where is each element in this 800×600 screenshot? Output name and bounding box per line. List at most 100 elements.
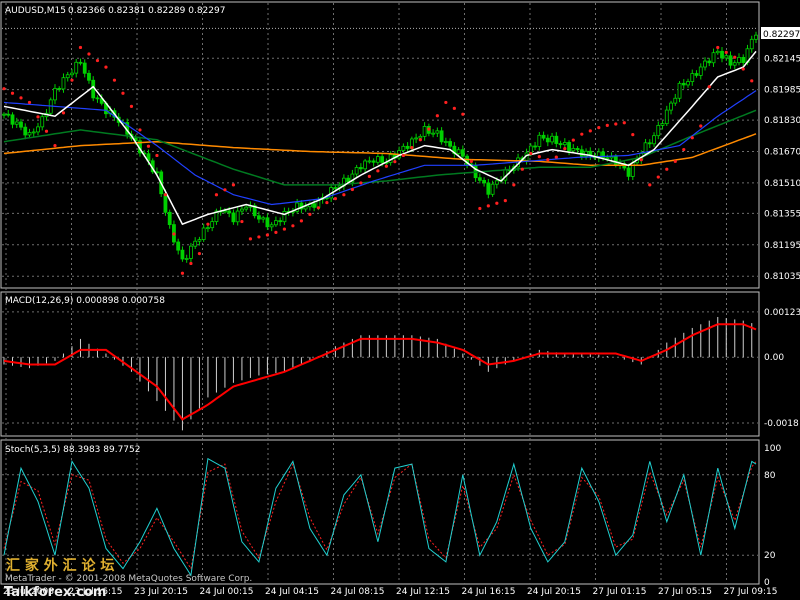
sar-dot bbox=[520, 167, 524, 171]
candle-body bbox=[371, 160, 376, 163]
sar-dot bbox=[741, 67, 745, 71]
copyright-watermark: MetaTrader - © 2001-2008 MetaQuotes Soft… bbox=[5, 574, 252, 584]
candle-body bbox=[690, 73, 695, 82]
candle-body bbox=[303, 206, 308, 210]
candle-body bbox=[554, 135, 559, 144]
candle-body bbox=[57, 88, 62, 90]
candle-body bbox=[65, 74, 70, 79]
macd-axis-tick: -0.0018 bbox=[764, 419, 799, 429]
sar-dot bbox=[36, 115, 40, 119]
candle-body bbox=[418, 135, 423, 139]
candle-body bbox=[541, 134, 546, 139]
candle-body bbox=[494, 180, 499, 185]
sar-dot bbox=[291, 224, 295, 228]
sar-dot bbox=[44, 129, 49, 133]
candle-body bbox=[19, 121, 23, 128]
sar-dot bbox=[180, 271, 185, 275]
sar-dot bbox=[308, 212, 312, 216]
candle-body bbox=[698, 66, 703, 76]
candle-body bbox=[265, 217, 270, 228]
candle-body bbox=[681, 82, 686, 86]
sar-dot bbox=[282, 227, 287, 231]
sar-dot bbox=[61, 111, 66, 115]
candle-body bbox=[375, 156, 380, 163]
sar-dot bbox=[716, 45, 720, 50]
candle-body bbox=[312, 203, 317, 208]
candle-body bbox=[486, 182, 491, 195]
time-axis-tick: 24 Jul 04:15 bbox=[265, 587, 319, 597]
candle-body bbox=[257, 215, 261, 220]
candle-body bbox=[482, 179, 486, 184]
candle-body bbox=[673, 97, 678, 104]
candle-body bbox=[40, 116, 45, 128]
time-axis-tick: 24 Jul 00:15 bbox=[200, 587, 254, 597]
candle-body bbox=[61, 77, 66, 90]
candle-body bbox=[677, 82, 682, 99]
candle-body bbox=[167, 211, 172, 226]
sar-dot bbox=[469, 159, 473, 163]
candle-body bbox=[201, 227, 206, 241]
candle-body bbox=[240, 208, 244, 212]
candle-body bbox=[703, 60, 707, 68]
time-axis-tick: 27 Jul 01:15 bbox=[593, 587, 647, 597]
site-logo-cn: 汇 家 外 汇 论 坛 bbox=[6, 557, 114, 574]
candle-body bbox=[431, 132, 436, 135]
macd-label: MACD(12,26,9) 0.000898 0.000758 bbox=[5, 296, 165, 306]
candle-body bbox=[720, 50, 724, 59]
candle-body bbox=[193, 240, 198, 247]
candle-body bbox=[244, 206, 249, 210]
sar-dot bbox=[146, 144, 151, 148]
sar-dot bbox=[461, 112, 465, 116]
candle-body bbox=[180, 249, 185, 260]
candle-body bbox=[728, 55, 733, 66]
candle-body bbox=[626, 167, 631, 177]
sar-dot bbox=[401, 153, 405, 158]
candle-body bbox=[439, 130, 444, 143]
price-axis-tick: 0.81985 bbox=[764, 86, 800, 96]
sar-dot bbox=[733, 55, 737, 59]
candle-body bbox=[6, 113, 11, 116]
time-axis-tick: 24 Jul 20:15 bbox=[527, 587, 581, 597]
candle-body bbox=[715, 50, 720, 54]
sar-dot bbox=[189, 261, 193, 266]
candle-body bbox=[36, 126, 40, 133]
candle-body bbox=[74, 61, 79, 74]
candle-body bbox=[2, 113, 6, 116]
candle-body bbox=[660, 123, 665, 126]
sar-dot bbox=[10, 91, 15, 95]
sar-dot bbox=[112, 78, 117, 82]
sar-dot bbox=[172, 232, 176, 236]
candle-body bbox=[227, 210, 232, 214]
sar-dot bbox=[427, 127, 431, 131]
candle-body bbox=[197, 239, 202, 242]
sar-dot bbox=[503, 199, 507, 203]
candle-body bbox=[533, 145, 537, 148]
stoch-axis-tick: 0 bbox=[764, 578, 770, 588]
sar-dot bbox=[257, 235, 261, 239]
sar-dot bbox=[333, 197, 337, 201]
candle-body bbox=[460, 149, 465, 157]
sar-dot bbox=[274, 230, 278, 234]
sar-dot bbox=[350, 187, 354, 192]
sar-dot bbox=[214, 193, 219, 197]
sar-dot bbox=[240, 219, 244, 224]
candle-body bbox=[448, 141, 453, 147]
candle-body bbox=[741, 57, 746, 63]
sar-dot bbox=[104, 65, 108, 69]
sar-dot bbox=[384, 164, 388, 168]
candle-body bbox=[358, 167, 363, 170]
sar-dot bbox=[495, 201, 499, 205]
stoch-axis-tick: 100 bbox=[764, 444, 781, 454]
candle-body bbox=[669, 102, 673, 111]
price-axis-tick: 0.81195 bbox=[764, 241, 800, 251]
chart-canvas[interactable]: 0.82145 0.81985 0.81830 0.81670 0.81510 0.813… bbox=[0, 0, 800, 600]
candle-body bbox=[78, 61, 83, 64]
sar-dot bbox=[231, 183, 236, 187]
candle-body bbox=[231, 212, 236, 223]
candle-body bbox=[664, 109, 669, 125]
candle-body bbox=[27, 132, 32, 136]
candle-body bbox=[223, 210, 227, 213]
candle-body bbox=[749, 38, 754, 50]
candle-body bbox=[732, 62, 737, 66]
candle-body bbox=[367, 160, 372, 163]
